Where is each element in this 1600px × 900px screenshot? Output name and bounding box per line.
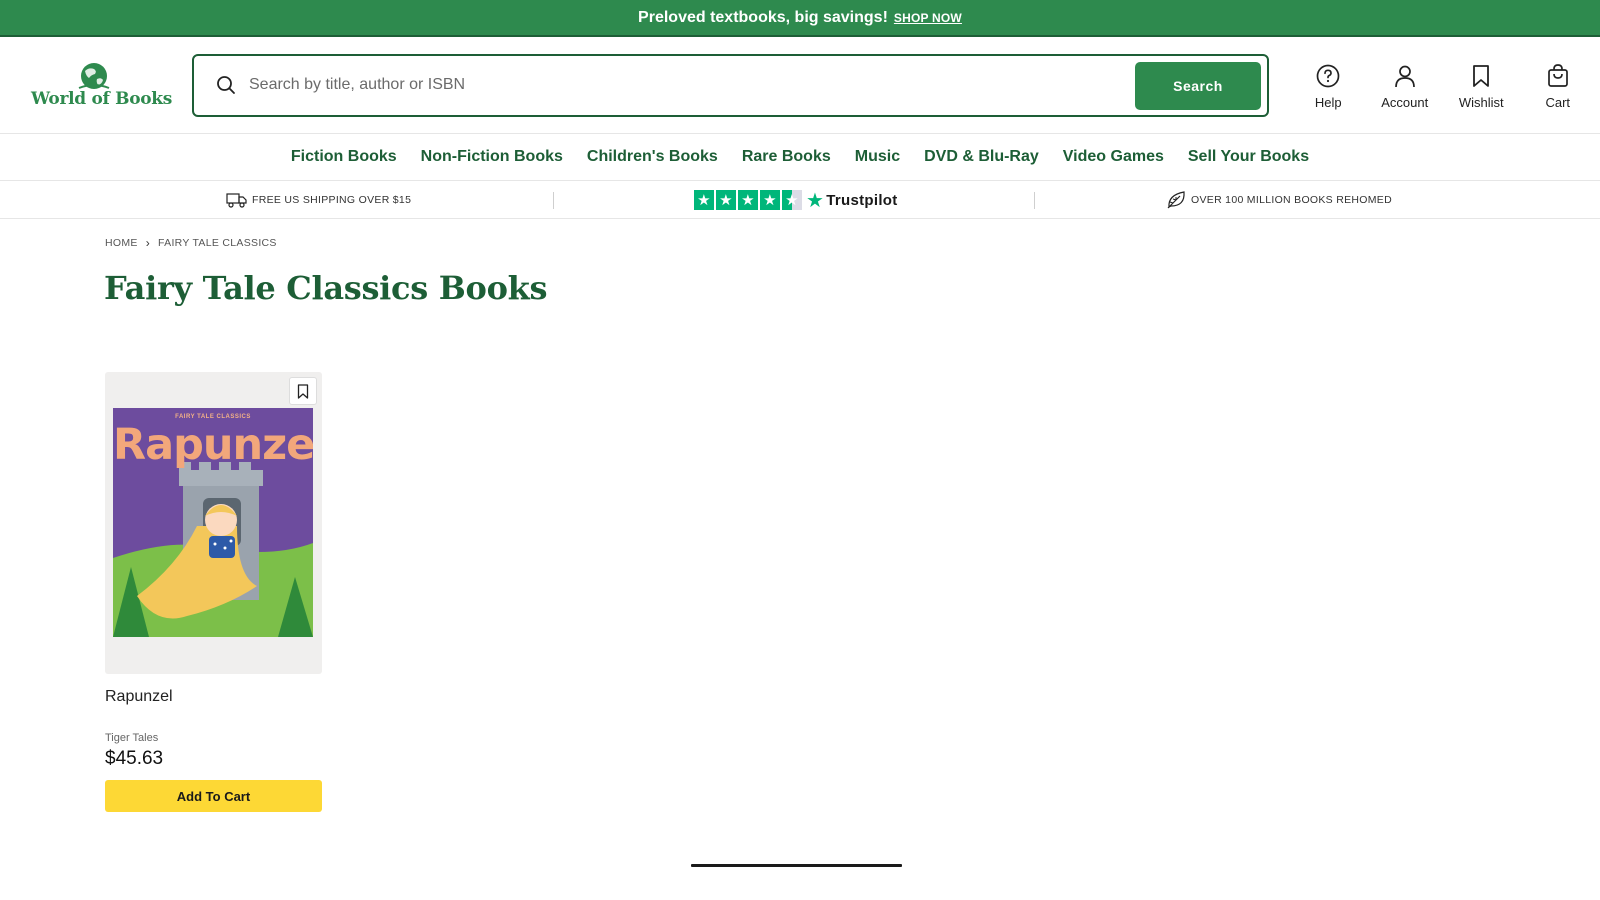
cart-icon: [1547, 63, 1569, 89]
header-actions: Help Account Wishlist Cart: [1290, 63, 1596, 113]
account-button[interactable]: Account: [1367, 63, 1444, 113]
rehomed-text: OVER 100 MILLION BOOKS REHOMED: [1191, 194, 1392, 206]
wishlist-label: Wishlist: [1458, 95, 1504, 110]
cart-label: Cart: [1545, 95, 1571, 110]
star-icon: ★: [716, 190, 736, 210]
account-icon: [1393, 63, 1417, 89]
shipping-text: FREE US SHIPPING OVER $15: [252, 194, 412, 206]
nav-item-non-fiction-books[interactable]: Non-Fiction Books: [421, 148, 563, 166]
cover-title: Rapunzel: [113, 420, 313, 470]
shipping-info: FREE US SHIPPING OVER $15: [226, 181, 411, 219]
nav-item-rare-books[interactable]: Rare Books: [742, 148, 831, 166]
wishlist-button[interactable]: Wishlist: [1443, 63, 1520, 113]
breadcrumb: HOME › FAIRY TALE CLASSICS: [105, 236, 277, 250]
trust-divider: [553, 192, 554, 209]
globe-logo-icon: [78, 63, 110, 89]
bookmark-icon: [297, 383, 309, 399]
nav-item-fiction-books[interactable]: Fiction Books: [291, 148, 397, 166]
promo-banner: Preloved textbooks, big savings! SHOP NO…: [0, 0, 1600, 37]
help-label: Help: [1314, 95, 1342, 110]
trustpilot-star-icon: ★: [806, 189, 825, 212]
nav-item-dvd-blu-ray[interactable]: DVD & Blu-Ray: [924, 148, 1039, 166]
product-card: FAIRY TALE CLASSICS Rapunzel Rapunzel Ti…: [105, 372, 322, 812]
nav-item-sell-your-books[interactable]: Sell Your Books: [1188, 148, 1309, 166]
help-button[interactable]: Help: [1290, 63, 1367, 113]
main-nav: Fiction Books Non-Fiction Books Children…: [0, 134, 1600, 181]
trustpilot-stars: ★ ★ ★ ★ ★: [694, 190, 802, 210]
trustpilot-rating[interactable]: ★ ★ ★ ★ ★ ★ Trustpilot: [694, 181, 898, 219]
product-image-link[interactable]: FAIRY TALE CLASSICS Rapunzel: [105, 372, 322, 674]
product-price: $45.63: [105, 748, 164, 769]
promo-text: Preloved textbooks, big savings!: [638, 8, 888, 26]
star-icon: ★: [694, 190, 714, 210]
trustpilot-logo: ★ Trustpilot: [806, 188, 898, 213]
cart-button[interactable]: Cart: [1520, 63, 1597, 113]
logo-text: World of Books: [31, 89, 173, 109]
product-author: Tiger Tales: [105, 732, 159, 744]
half-star-icon: ★: [782, 190, 802, 210]
nav-item-childrens-books[interactable]: Children's Books: [587, 148, 718, 166]
nav-item-music[interactable]: Music: [855, 148, 900, 166]
site-logo[interactable]: World of Books: [31, 61, 172, 111]
book-cover-image: FAIRY TALE CLASSICS Rapunzel: [113, 408, 313, 637]
trust-divider: [1034, 192, 1035, 209]
bookmark-icon: [1471, 63, 1491, 89]
leaf-icon: [1166, 190, 1186, 210]
shop-now-link[interactable]: SHOP NOW: [894, 11, 962, 25]
search-bar: Search: [192, 54, 1269, 117]
trust-bar: FREE US SHIPPING OVER $15 ★ ★ ★ ★ ★ ★ Tr…: [0, 181, 1600, 219]
breadcrumb-home[interactable]: HOME: [105, 237, 138, 249]
add-to-wishlist-button[interactable]: [289, 377, 317, 405]
search-icon: [216, 75, 236, 100]
page-title: Fairy Tale Classics Books: [104, 269, 548, 307]
breadcrumb-current: FAIRY TALE CLASSICS: [158, 237, 277, 249]
product-title[interactable]: Rapunzel: [105, 688, 322, 706]
rehomed-info: OVER 100 MILLION BOOKS REHOMED: [1166, 181, 1392, 219]
account-label: Account: [1381, 95, 1429, 110]
star-icon: ★: [738, 190, 758, 210]
scroll-indicator: [691, 864, 902, 867]
search-input[interactable]: [249, 70, 1099, 100]
truck-icon: [226, 192, 248, 208]
star-icon: ★: [760, 190, 780, 210]
search-button[interactable]: Search: [1135, 62, 1261, 110]
trustpilot-text: Trustpilot: [826, 191, 898, 209]
site-header: World of Books Search Help Account Wishl…: [0, 37, 1600, 134]
help-icon: [1316, 63, 1340, 89]
nav-item-video-games[interactable]: Video Games: [1063, 148, 1164, 166]
add-to-cart-button[interactable]: Add To Cart: [105, 780, 322, 812]
chevron-right-icon: ›: [145, 236, 150, 250]
